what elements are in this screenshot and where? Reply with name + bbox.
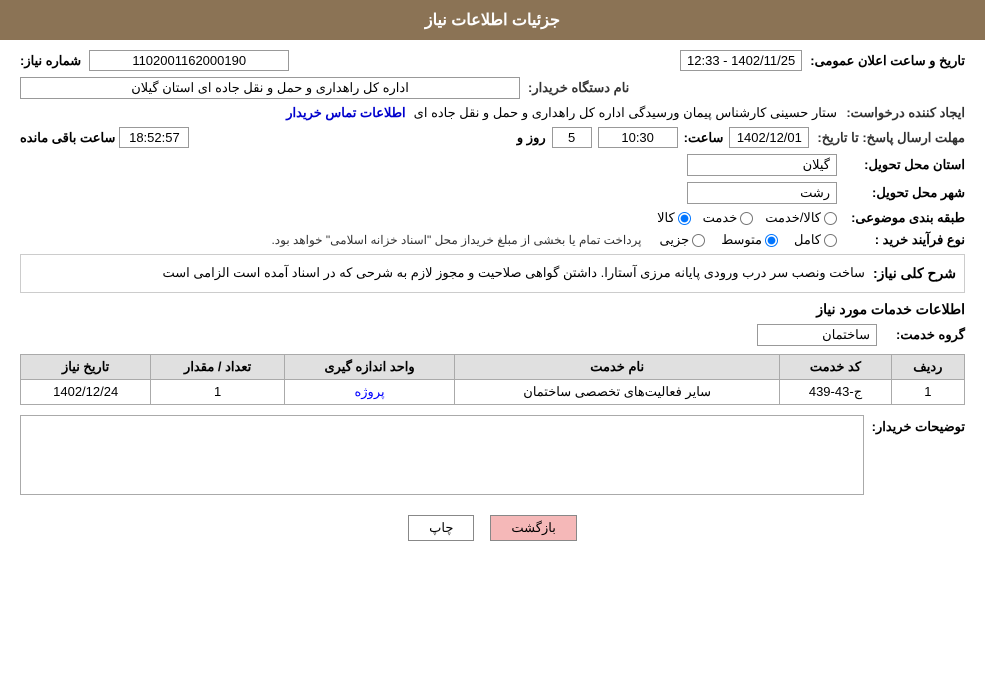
time-label: ساعت:: [684, 130, 724, 146]
radio-full[interactable]: [824, 234, 837, 247]
radio-item-partial[interactable]: جزیی: [660, 232, 706, 248]
page-header: جزئیات اطلاعات نیاز: [0, 0, 985, 40]
buyer-label: توضیحات خریدار:: [872, 415, 965, 435]
desc-text: ساخت ونصب سر درب ورودی پایانه مرزی آستار…: [29, 263, 865, 284]
buttons-row: بازگشت چاپ: [20, 505, 965, 551]
col-code: کد خدمت: [780, 354, 892, 379]
cell-code: ج-43-439: [780, 379, 892, 404]
city-label: شهر محل تحویل:: [845, 185, 965, 201]
number-label: شماره نیاز:: [20, 53, 81, 69]
print-button[interactable]: چاپ: [408, 515, 474, 541]
radio-item-khadamat[interactable]: خدمت: [703, 210, 754, 226]
col-count: تعداد / مقدار: [151, 354, 285, 379]
deadline-label: مهلت ارسال پاسخ: تا تاریخ:: [817, 130, 965, 146]
process-radio-group: کامل متوسط جزیی: [660, 232, 837, 248]
col-date: تاریخ نیاز: [21, 354, 151, 379]
province-value: گیلان: [687, 154, 837, 176]
date-value: 1402/11/25 - 12:33: [680, 50, 802, 71]
page-title: جزئیات اطلاعات نیاز: [425, 12, 560, 29]
remaining-value: 18:52:57: [119, 127, 189, 148]
creator-link[interactable]: اطلاعات تماس خریدار: [286, 105, 405, 121]
number-value: 1102001162000190: [89, 50, 289, 71]
radio-kala-khadamat[interactable]: [824, 212, 837, 225]
services-title: اطلاعات خدمات مورد نیاز: [20, 301, 965, 318]
cell-unit: پروژه: [284, 379, 454, 404]
city-value: رشت: [687, 182, 837, 204]
remaining-label: ساعت باقی مانده: [20, 130, 115, 146]
col-unit: واحد اندازه گیری: [284, 354, 454, 379]
back-button[interactable]: بازگشت: [490, 515, 576, 541]
radio-partial[interactable]: [692, 234, 705, 247]
province-label: استان محل تحویل:: [845, 157, 965, 173]
day-value: 5: [552, 127, 592, 148]
radio-item-full[interactable]: کامل: [794, 232, 837, 248]
category-label: طبقه بندی موضوعی:: [845, 210, 965, 226]
deadline-date: 1402/12/01: [729, 127, 809, 148]
org-label: نام دستگاه خریدار:: [528, 80, 629, 96]
radio-item-kala-khadamat[interactable]: کالا/خدمت: [765, 210, 837, 226]
org-value: اداره کل راهداری و حمل و نقل جاده ای است…: [20, 77, 520, 99]
cell-date: 1402/12/24: [21, 379, 151, 404]
col-name: نام خدمت: [455, 354, 780, 379]
table-row: 1 ج-43-439 سایر فعالیت‌های تخصصی ساختمان…: [21, 379, 965, 404]
process-note: پرداخت تمام یا بخشی از مبلغ خریداز محل "…: [271, 233, 641, 247]
creator-value: ستار حسینی کارشناس پیمان ورسیدگی اداره ک…: [414, 105, 837, 121]
process-label: نوع فرآیند خرید :: [845, 232, 965, 248]
category-radio-group: کالا/خدمت خدمت کالا: [657, 210, 837, 226]
radio-medium[interactable]: [765, 234, 778, 247]
cell-count: 1: [151, 379, 285, 404]
date-label: تاریخ و ساعت اعلان عمومی:: [810, 53, 965, 69]
radio-khadamat[interactable]: [740, 212, 753, 225]
cell-name: سایر فعالیت‌های تخصصی ساختمان: [455, 379, 780, 404]
buyer-textarea[interactable]: [20, 415, 864, 495]
day-label: روز و: [517, 130, 546, 146]
group-value: ساختمان: [757, 324, 877, 346]
radio-item-medium[interactable]: متوسط: [721, 232, 778, 248]
group-label: گروه خدمت:: [885, 327, 965, 343]
time-value: 10:30: [598, 127, 678, 148]
cell-row: 1: [891, 379, 964, 404]
services-table: ردیف کد خدمت نام خدمت واحد اندازه گیری ت…: [20, 354, 965, 405]
creator-label: ایجاد کننده درخواست:: [845, 105, 965, 121]
radio-item-kala[interactable]: کالا: [657, 210, 691, 226]
buyer-desc-section: توضیحات خریدار:: [20, 415, 965, 495]
col-row: ردیف: [891, 354, 964, 379]
desc-section-label: شرح کلی نیاز:: [873, 263, 956, 282]
radio-kala[interactable]: [678, 212, 691, 225]
